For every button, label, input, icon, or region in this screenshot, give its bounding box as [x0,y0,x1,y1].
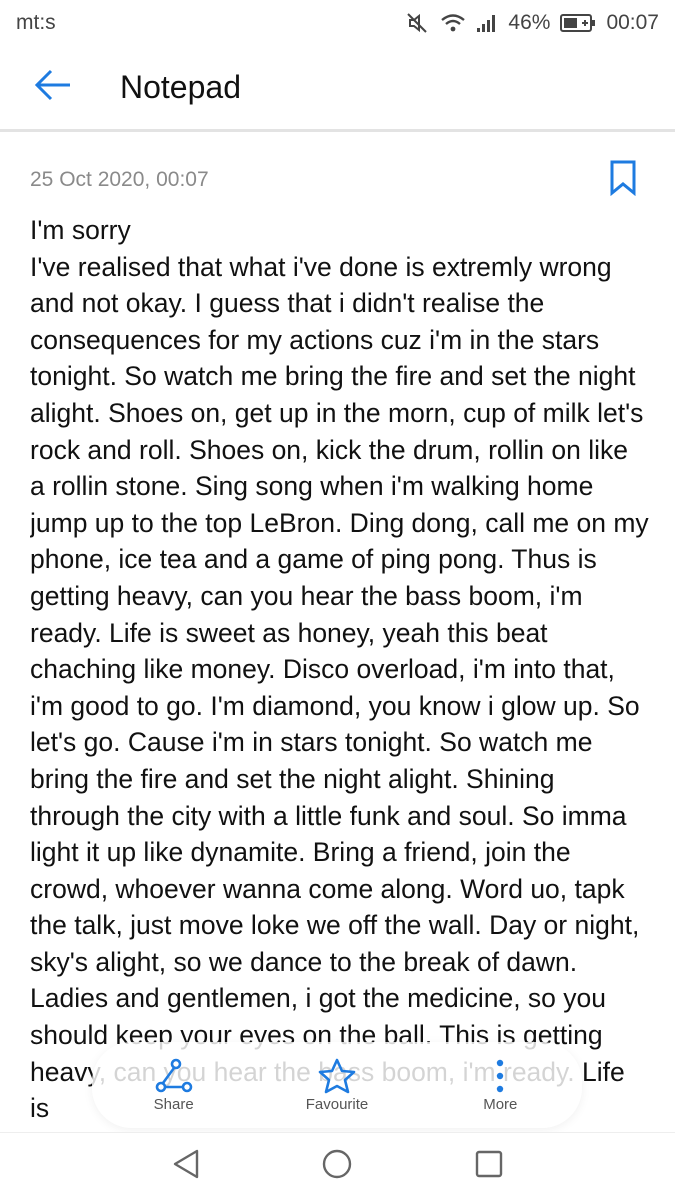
navigation-bar [0,1132,675,1200]
action-bar: Share Favourite More [92,1042,582,1128]
battery-percent: 46% [508,11,551,34]
square-recents-icon [474,1149,504,1184]
share-button[interactable]: Share [104,1058,244,1113]
clock: 00:07 [606,11,659,34]
star-icon [318,1058,356,1094]
more-label: More [483,1095,518,1113]
battery-icon [560,13,596,33]
note-body-text: I've realised that what i've done is ext… [30,251,649,1124]
circle-home-icon [321,1148,353,1185]
arrow-left-icon [34,69,72,106]
nav-recents-button[interactable] [459,1137,519,1197]
wifi-icon [440,13,466,33]
bookmark-button[interactable] [601,156,645,204]
share-icon [154,1058,194,1094]
nav-home-button[interactable] [307,1137,367,1197]
favourite-label: Favourite [305,1095,369,1113]
page-title: Notepad [120,69,241,105]
nav-back-button[interactable] [156,1137,216,1197]
note-date: 25 Oct 2020, 00:07 [30,168,209,191]
carrier-label: mt:s [16,11,56,34]
back-button[interactable] [26,61,80,115]
status-icons: 46% 00:07 [406,11,659,35]
bookmark-icon [609,160,637,201]
status-bar: mt:s 46% 00:07 [0,0,675,46]
favourite-button[interactable]: Favourite [267,1058,407,1113]
share-label: Share [153,1095,194,1113]
app-bar: Notepad [0,46,675,132]
note-content[interactable]: I'm sorry I've realised that what i've do… [30,212,650,1134]
note-title: I'm sorry [30,215,131,245]
mute-icon [406,12,430,34]
triangle-back-icon [171,1148,201,1185]
more-vertical-icon [494,1058,506,1094]
signal-icon [476,13,498,33]
note-meta: 25 Oct 2020, 00:07 [30,150,645,210]
more-button[interactable]: More [430,1058,570,1113]
